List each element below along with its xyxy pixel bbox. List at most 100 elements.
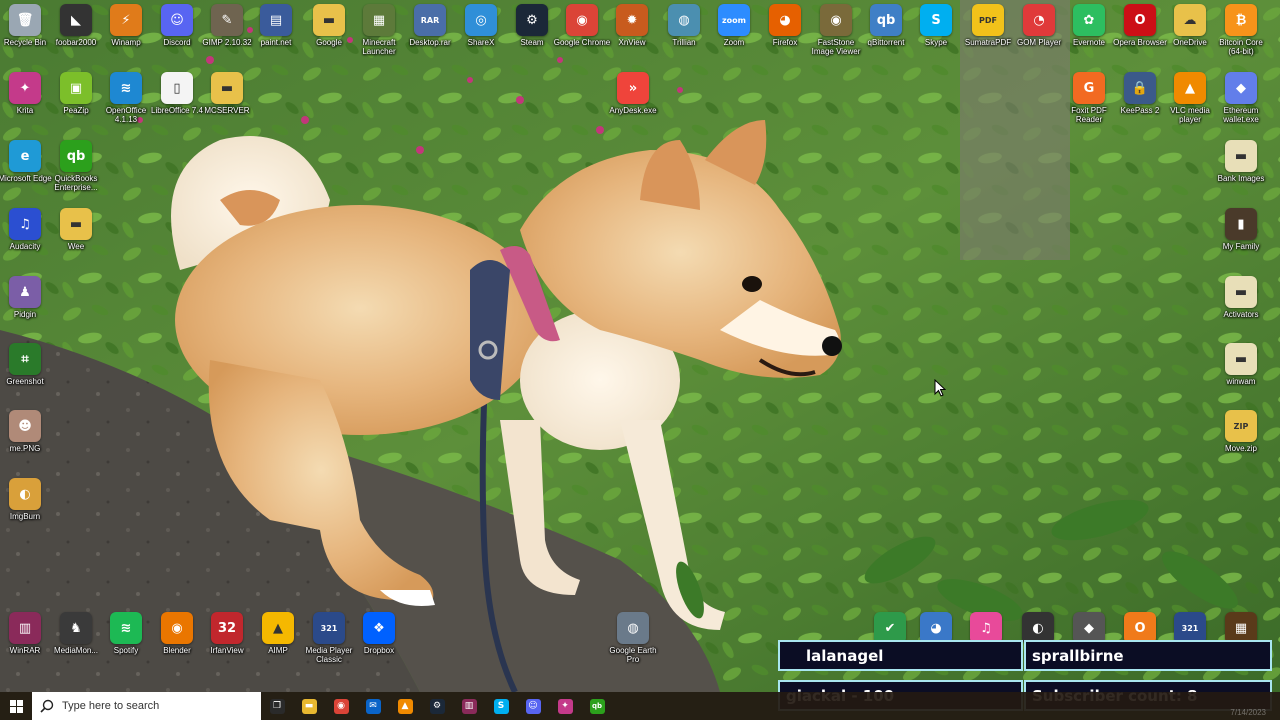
dropbox-icon: ❖ [363, 612, 395, 644]
desktop-icon-label: Bank Images [1217, 174, 1265, 183]
gomplayer-icon: ◔ [1023, 4, 1055, 36]
desktop-icon-imgburn[interactable]: ◐ ImgBurn [0, 478, 53, 521]
desktop-icon-zip[interactable]: ZIP Move.zip [1213, 410, 1269, 453]
irfanview-icon: 32 [211, 612, 243, 644]
file-explorer-icon: ▬ [301, 698, 317, 714]
desktop-icon-foxit[interactable]: G Foxit PDF Reader [1061, 72, 1117, 124]
desktop-icon-folder[interactable]: ▬ Wee [48, 208, 104, 251]
imgburn-icon: ◐ [9, 478, 41, 510]
desktop-icon-firefox[interactable]: ◕ Firefox [757, 4, 813, 47]
foobar-icon: ◣ [60, 4, 92, 36]
spotify-icon: ≋ [110, 612, 142, 644]
folder-icon: ▬ [1225, 140, 1257, 172]
desktop-icon-image-file[interactable]: ☻ me.PNG [0, 410, 53, 453]
edge-icon: e [9, 140, 41, 172]
chat-user-2-label: sprallbirne [1032, 646, 1124, 665]
skype-icon: S [920, 4, 952, 36]
task-view-icon: ❐ [269, 698, 285, 714]
taskbar-clock[interactable]: 7/14/2023 [1230, 708, 1266, 717]
desktop-icon-onedrive[interactable]: ☁ OneDrive [1162, 4, 1218, 47]
desktop-icon-winamp[interactable]: ⚡ Winamp [98, 4, 154, 47]
steam-icon: ⚙ [429, 698, 445, 714]
recycle-bin-icon: 🗑 [9, 4, 41, 36]
libreoffice-icon: ▯ [161, 72, 193, 104]
taskbar-task-view-button[interactable]: ❐ [261, 692, 293, 720]
taskbar-file-explorer-button[interactable]: ▬ [293, 692, 325, 720]
desktop-icon-sharex[interactable]: ◎ ShareX [453, 4, 509, 47]
folder-icon: ▬ [1225, 276, 1257, 308]
folder-icon: ▬ [60, 208, 92, 240]
taskbar-vlc-button[interactable]: ▲ [389, 692, 421, 720]
desktop-icon-folder[interactable]: ▬ Bank Images [1213, 140, 1269, 183]
opera-icon: O [1124, 4, 1156, 36]
desktop-icon-label: Move.zip [1224, 444, 1257, 453]
start-button[interactable] [0, 692, 32, 720]
keepass-icon: 🔒 [1124, 72, 1156, 104]
desktop-icon-aimp[interactable]: ▲ AIMP [250, 612, 306, 655]
desktop-icon-ethereum[interactable]: ◆ Ethereum wallet.exe [1213, 72, 1269, 124]
taskbar-steam-button[interactable]: ⚙ [421, 692, 453, 720]
desktop-icon-sumatra[interactable]: PDF SumatraPDF [960, 4, 1016, 47]
taskbar-search-box[interactable]: Type here to search [32, 692, 261, 720]
ethereum-icon: ◆ [1225, 72, 1257, 104]
zoom-icon: zoom [718, 4, 750, 36]
mediamonkey-icon: ♞ [60, 612, 92, 644]
desktop-icon-skype[interactable]: S Skype [908, 4, 964, 47]
desktop-icon-label: me.PNG [9, 444, 41, 453]
desktop-icon-minecraft[interactable]: ▦ Minecraft Launcher [351, 4, 407, 56]
taskbar-skype-button[interactable]: S [485, 692, 517, 720]
blender-icon: ◉ [161, 612, 193, 644]
desktop-icon-paintnet[interactable]: ▤ paint.net [248, 4, 304, 47]
desktop-icon-faststone[interactable]: ◉ FastStone Image Viewer [808, 4, 864, 56]
desktop-icon-spotify[interactable]: ≋ Spotify [98, 612, 154, 655]
desktop-icon-dropbox[interactable]: ❖ Dropbox [351, 612, 407, 655]
audacity-icon: ♫ [9, 208, 41, 240]
desktop-icon-bitcoin[interactable]: ₿ Bitcoin Core (64-bit) [1213, 4, 1269, 56]
quickbooks-icon: qb [60, 140, 92, 172]
desktop-icon-google-earth[interactable]: ◍ Google Earth Pro [605, 612, 661, 664]
taskbar-outlook-button[interactable]: ✉ [357, 692, 389, 720]
desktop-icon-xnview[interactable]: ✹ XnView [604, 4, 660, 47]
desktop-icon-vlc[interactable]: ▲ VLC media player [1162, 72, 1218, 124]
taskbar-winrar-button[interactable]: ▥ [453, 692, 485, 720]
desktop-icon-folder[interactable]: ▬ MCSERVER [199, 72, 255, 115]
desktop-icon-label: Activators [1223, 310, 1259, 319]
taskbar-discord-button[interactable]: ☺ [517, 692, 549, 720]
desktop-icon-folder[interactable]: ▬ winwam [1213, 343, 1269, 386]
taskbar: Type here to search ❐ ▬ ◉ ✉ ▲ ⚙ ▥ S ☺ ✦ qb [0, 692, 1280, 720]
desktop-icon-label: QuickBooks Enterprise... [54, 174, 98, 192]
desktop-icon-anydesk[interactable]: » AnyDesk.exe [605, 72, 661, 115]
steam-icon: ⚙ [516, 4, 548, 36]
desktop-icon-mpc[interactable]: 321 Media Player Classic [301, 612, 357, 664]
peazip-icon: ▣ [60, 72, 92, 104]
chat-user-box-1: lalanagel [778, 640, 1023, 671]
rar-icon: RAR [414, 4, 446, 36]
taskbar-chrome-button[interactable]: ◉ [325, 692, 357, 720]
krita-icon: ✦ [9, 72, 41, 104]
desktop-icon-folder[interactable]: ▬ Activators [1213, 276, 1269, 319]
folder-icon: ▮ [1225, 208, 1257, 240]
krita-icon: ✦ [557, 698, 573, 714]
desktop-icon-label: Dropbox [363, 646, 395, 655]
folder-icon: ▬ [313, 4, 345, 36]
desktop-icon-label: winwam [1226, 377, 1256, 386]
desktop-icon-pidgin[interactable]: ♟ Pidgin [0, 276, 53, 319]
winamp-icon: ⚡ [110, 4, 142, 36]
desktop-icon-evernote[interactable]: ✿ Evernote [1061, 4, 1117, 47]
zip-icon: ZIP [1225, 410, 1257, 442]
desktop-icon-openoffice[interactable]: ≋ OpenOffice 4.1.13 [98, 72, 154, 124]
xnview-icon: ✹ [616, 4, 648, 36]
desktop-icon-quickbooks[interactable]: qb QuickBooks Enterprise... [48, 140, 104, 192]
taskbar-quickbooks-button[interactable]: qb [581, 692, 613, 720]
desktop-icon-folder[interactable]: ▮ My Family [1213, 208, 1269, 251]
desktop-icon-irfanview[interactable]: 32 IrfanView [199, 612, 255, 655]
desktop-icon-greenshot[interactable]: ⌗ Greenshot [0, 343, 53, 386]
taskbar-krita-button[interactable]: ✦ [549, 692, 581, 720]
desktop-icon-rar[interactable]: RAR Desktop.rar [402, 4, 458, 47]
gimp-icon: ✎ [211, 4, 243, 36]
desktop-icon-label: Pidgin [13, 310, 37, 319]
paintnet-icon: ▤ [260, 4, 292, 36]
desktop-icon-zoom[interactable]: zoom Zoom [706, 4, 762, 47]
taskbar-pinned-apps: ❐ ▬ ◉ ✉ ▲ ⚙ ▥ S ☺ ✦ qb [261, 692, 613, 720]
desktop-icon-label: MCSERVER [204, 106, 250, 115]
